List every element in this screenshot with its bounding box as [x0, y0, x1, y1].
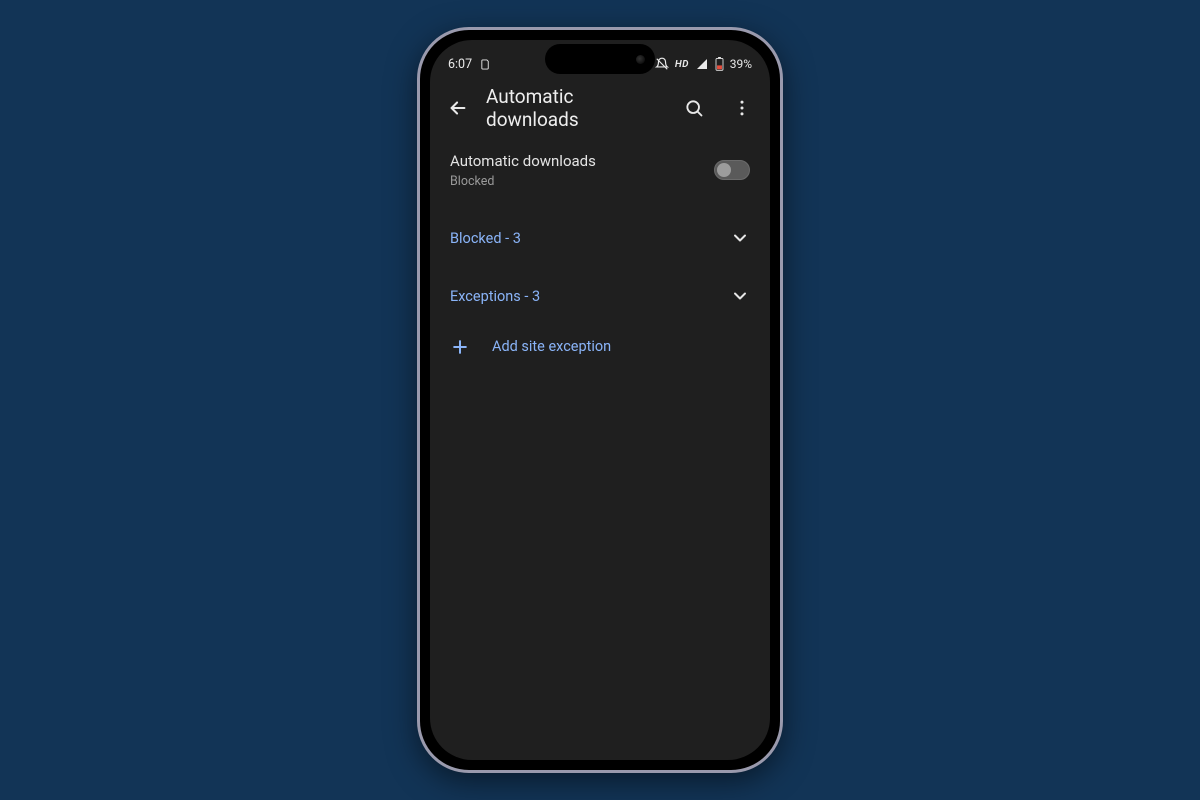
app-bar: Automatic downloads [430, 82, 770, 134]
screen: 6:07 HD [430, 40, 770, 760]
phone-power-button [781, 240, 783, 330]
exceptions-section-header[interactable]: Exceptions - 3 [430, 269, 770, 323]
sd-card-icon [480, 58, 491, 71]
phone-side-button [417, 200, 419, 236]
search-icon [684, 98, 704, 118]
phone-notch [545, 44, 655, 74]
add-site-exception-button[interactable]: Add site exception [430, 323, 770, 371]
blocked-section-header[interactable]: Blocked - 3 [430, 211, 770, 265]
add-site-exception-label: Add site exception [492, 338, 611, 355]
exceptions-label: Exceptions - 3 [450, 288, 540, 305]
more-vert-icon [732, 98, 752, 118]
arrow-back-icon [447, 97, 469, 119]
status-left: 6:07 [448, 57, 491, 72]
blocked-label: Blocked - 3 [450, 230, 521, 247]
toggle-knob [717, 163, 731, 177]
automatic-downloads-toggle-row[interactable]: Automatic downloads Blocked [430, 134, 770, 201]
battery-percentage: 39% [730, 57, 752, 71]
phone-volume-down [417, 320, 419, 380]
hd-indicator-icon: HD [675, 59, 689, 70]
automatic-downloads-toggle[interactable] [714, 160, 750, 180]
toggle-row-title: Automatic downloads [450, 152, 714, 172]
chevron-down-icon [730, 286, 750, 306]
cellular-signal-icon [695, 58, 709, 70]
notifications-off-icon [655, 57, 669, 71]
plus-icon [450, 337, 470, 357]
phone-frame: 6:07 HD [417, 27, 783, 773]
phone-volume-up [417, 250, 419, 310]
page-title: Automatic downloads [484, 85, 668, 131]
back-button[interactable] [436, 86, 480, 130]
search-button[interactable] [672, 86, 716, 130]
battery-icon [715, 57, 724, 71]
stage: 6:07 HD [0, 0, 1200, 800]
toggle-row-subtitle: Blocked [450, 174, 714, 189]
status-time: 6:07 [448, 57, 472, 72]
chevron-down-icon [730, 228, 750, 248]
front-camera [636, 55, 645, 64]
more-options-button[interactable] [720, 86, 764, 130]
